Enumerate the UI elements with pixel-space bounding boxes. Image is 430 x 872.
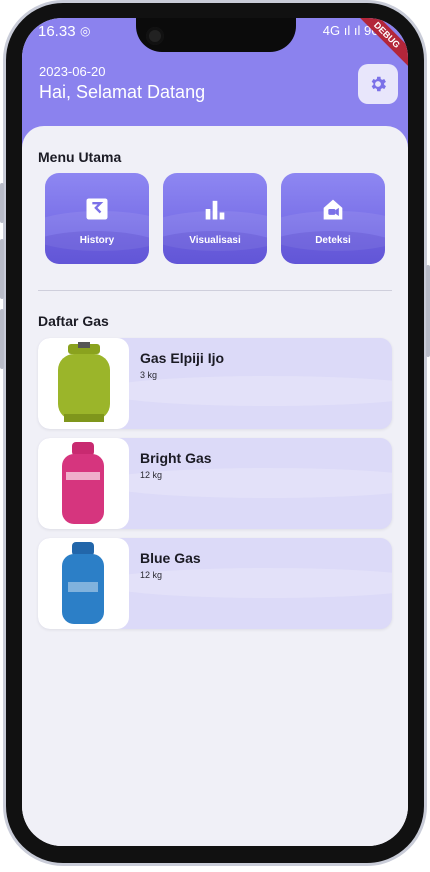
volume-button xyxy=(0,309,4,369)
gas-tank-image xyxy=(38,338,129,429)
divider xyxy=(38,290,392,291)
gas-card-elpiji[interactable]: Gas Elpiji Ijo 3 kg xyxy=(38,338,392,429)
menu-deteksi-label: Deteksi xyxy=(315,235,351,246)
bar-chart-icon xyxy=(205,200,225,220)
power-button xyxy=(426,265,430,357)
notch xyxy=(136,18,296,52)
gas-card-blue[interactable]: Blue Gas 12 kg xyxy=(38,538,392,629)
menu-visualisasi-label: Visualisasi xyxy=(189,235,241,246)
volume-button xyxy=(0,183,4,223)
menu-history-button[interactable]: History xyxy=(45,173,149,264)
gas-name: Gas Elpiji Ijo xyxy=(140,350,225,366)
gas-tank-image xyxy=(38,538,129,629)
volume-button xyxy=(0,239,4,299)
gas-name: Blue Gas xyxy=(140,550,201,566)
greeting-text: Hai, Selamat Datang xyxy=(39,82,206,102)
history-icon xyxy=(86,198,108,220)
settings-button[interactable] xyxy=(358,64,398,104)
gas-name: Bright Gas xyxy=(140,450,212,466)
header-date: 2023-06-20 xyxy=(39,64,106,79)
app-screen: 16.33 ◎ 4G ıl ıl 96% DEBUG 2023-06-20 Ha… xyxy=(22,18,408,846)
gas-weight: 3 kg xyxy=(140,370,158,380)
gas-card-bright[interactable]: Bright Gas 12 kg xyxy=(38,438,392,529)
menu-visualisasi-button[interactable]: Visualisasi xyxy=(163,173,267,264)
camera-house-icon xyxy=(323,199,343,220)
gear-icon xyxy=(371,76,386,92)
gas-tank-image xyxy=(38,438,129,529)
gas-weight: 12 kg xyxy=(140,570,163,580)
menu-title: Menu Utama xyxy=(38,149,122,165)
gas-list-title: Daftar Gas xyxy=(38,313,109,329)
instagram-icon: ◎ xyxy=(80,24,91,38)
menu-deteksi-button[interactable]: Deteksi xyxy=(281,173,385,264)
gas-weight: 12 kg xyxy=(140,470,163,480)
camera-icon xyxy=(146,27,164,45)
status-time: 16.33 xyxy=(38,23,76,40)
menu-history-label: History xyxy=(79,235,115,246)
